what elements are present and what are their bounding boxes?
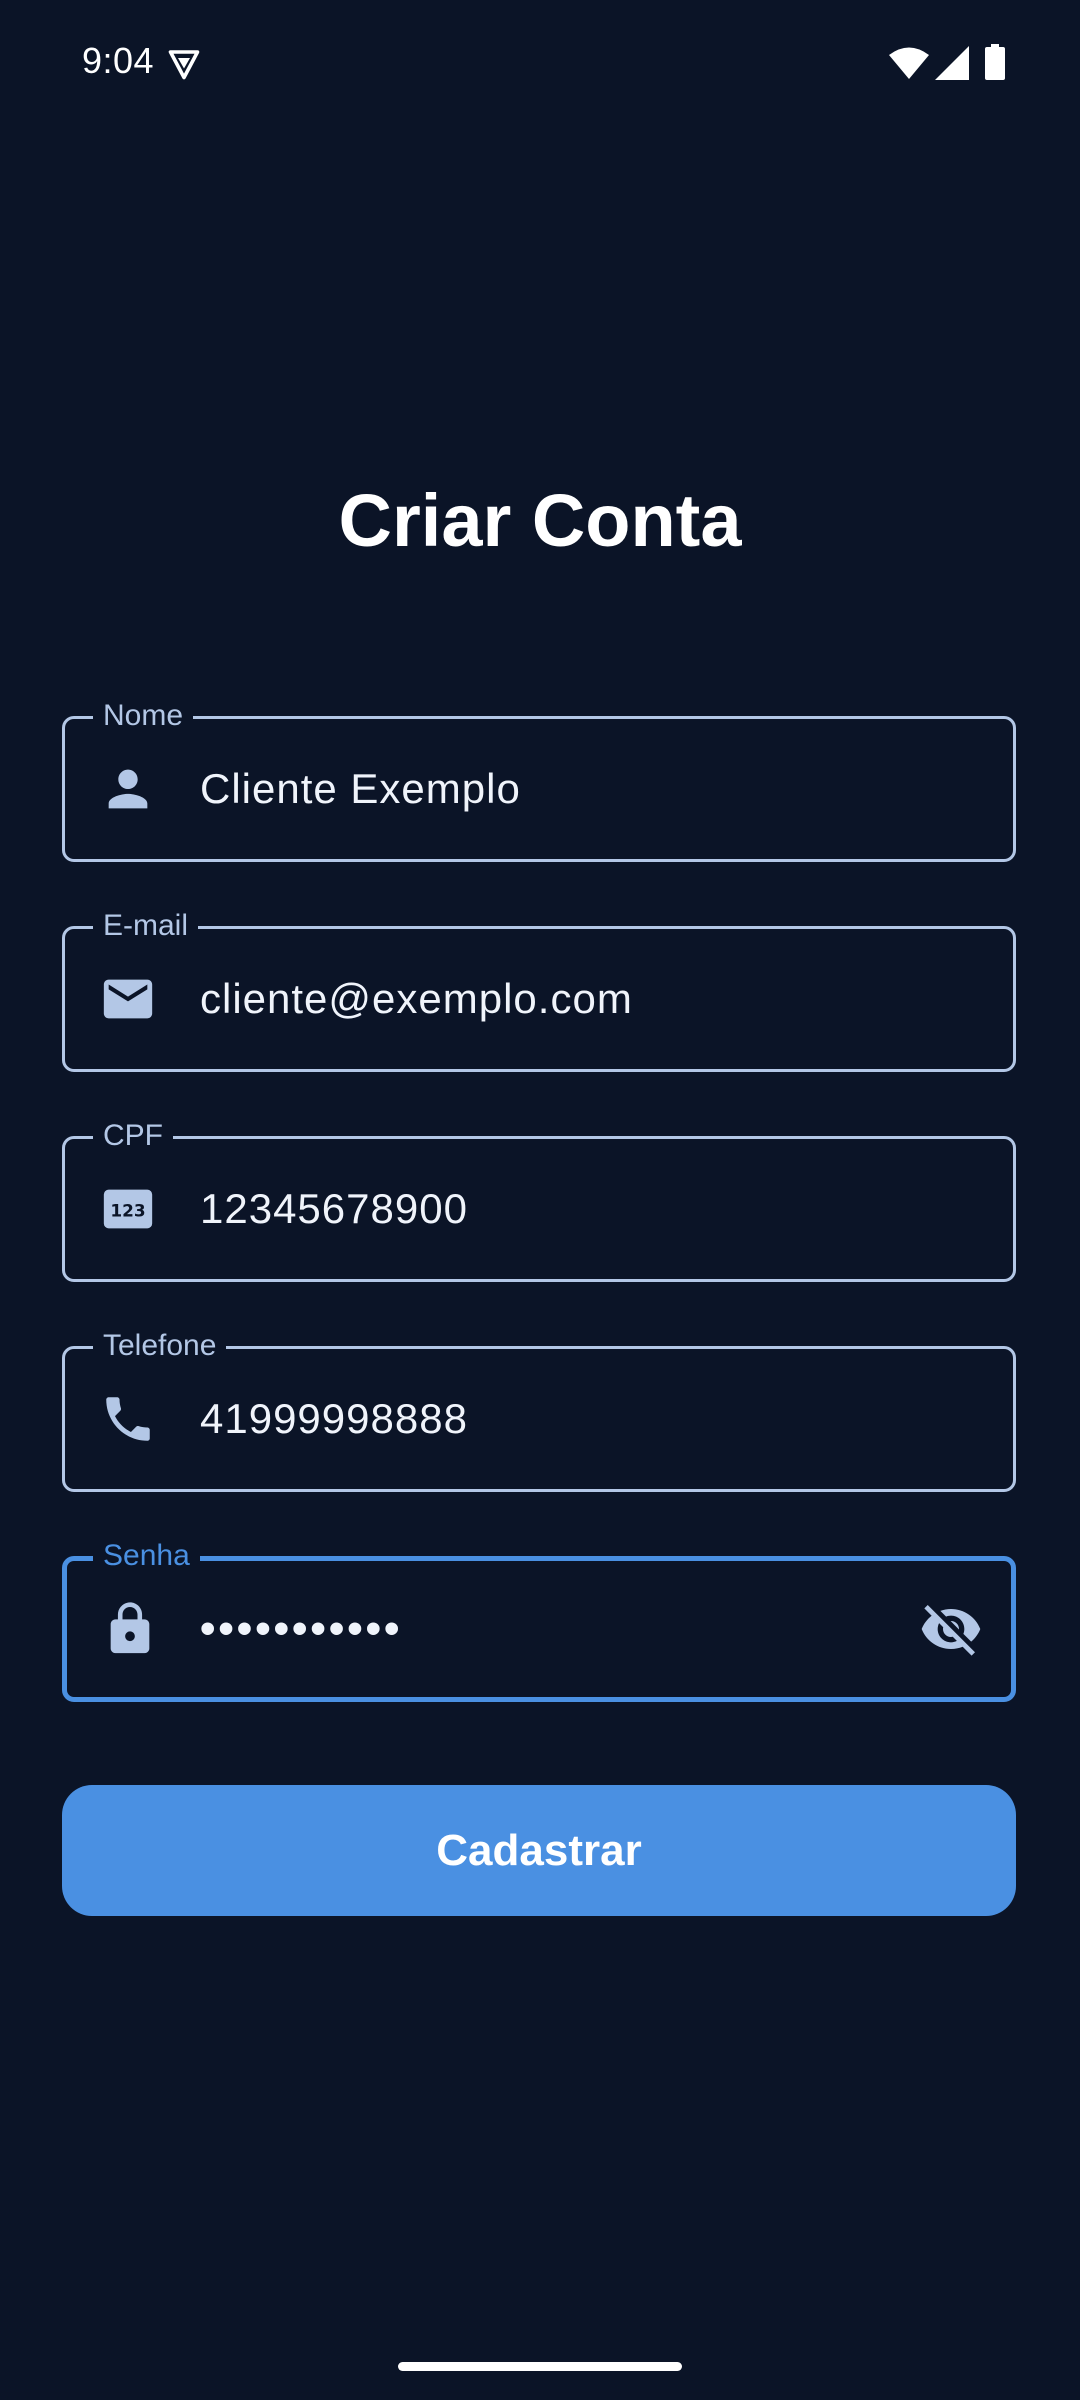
status-bar: 9:04 — [0, 0, 1080, 126]
visibility-off-icon[interactable] — [919, 1597, 983, 1661]
password-field-label: Senha — [93, 1539, 200, 1573]
email-field[interactable]: E-mail cliente@exemplo.com — [62, 909, 1016, 1072]
person-icon — [108, 769, 148, 809]
cell-signal-icon — [935, 46, 969, 80]
lock-icon — [110, 1602, 150, 1654]
cpf-field-label: CPF — [93, 1119, 173, 1153]
wifi-icon — [889, 47, 929, 79]
phone-field-label: Telefone — [93, 1329, 227, 1363]
svg-text:123: 123 — [110, 1200, 145, 1220]
vpn-shield-icon — [168, 50, 200, 80]
phone-input[interactable]: 41999998888 — [200, 1395, 468, 1443]
cpf-field[interactable]: CPF 123 12345678900 — [62, 1119, 1016, 1282]
password-field[interactable]: Senha ••••••••••• — [62, 1539, 1016, 1702]
battery-icon — [985, 44, 1005, 80]
name-field-label: Nome — [93, 699, 194, 733]
email-input[interactable]: cliente@exemplo.com — [200, 975, 633, 1023]
name-field[interactable]: Nome Cliente Exemplo — [62, 699, 1016, 862]
numeric-123-icon: 123 — [103, 1189, 153, 1229]
page-title: Criar Conta — [338, 479, 742, 562]
home-indicator[interactable] — [398, 2362, 682, 2371]
email-icon — [103, 979, 153, 1019]
phone-icon — [106, 1397, 150, 1441]
password-input[interactable]: ••••••••••• — [200, 1604, 402, 1654]
name-input[interactable]: Cliente Exemplo — [200, 765, 521, 813]
register-button[interactable]: Cadastrar — [62, 1785, 1016, 1916]
phone-field[interactable]: Telefone 41999998888 — [62, 1329, 1016, 1492]
cpf-input[interactable]: 12345678900 — [200, 1185, 468, 1233]
status-time: 9:04 — [82, 40, 155, 81]
email-field-label: E-mail — [93, 909, 199, 943]
